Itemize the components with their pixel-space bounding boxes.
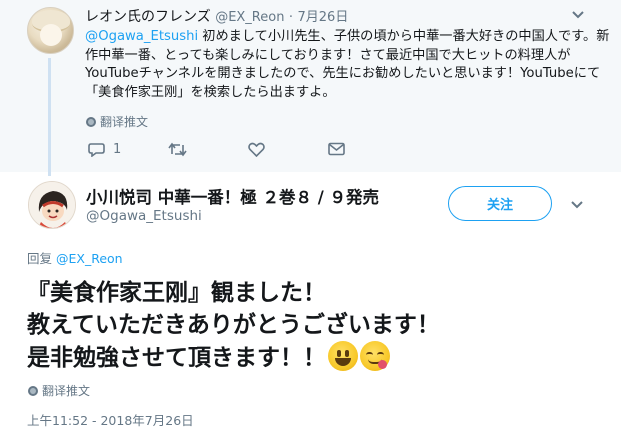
translate-link[interactable]: 翻译推文 [28,382,90,399]
tweet-actions: 1 [88,142,368,162]
like-button[interactable] [248,142,265,157]
tweet-line-with-emoji: 是非勉強させて頂きます！！ [27,341,607,374]
user-handle[interactable]: @EX_Reon [215,10,284,25]
tweet-line: 『美食作家王刚』観ました！ [27,280,326,306]
tweet-timestamp[interactable]: 上午11:52 - 2018年7月26日 [27,410,194,429]
tweet-text: @Ogawa_Etsushi 初めまして小川先生、子供の頃から中華一番大好きの中… [85,28,615,102]
user-handle[interactable]: @Ogawa_Etsushi [86,208,202,224]
display-name[interactable]: レオン氏のフレンズ [85,9,211,25]
translate-label: 翻译推文 [42,384,91,398]
tweet-header: レオン氏のフレンズ @EX_Reon · 7月26日 [85,8,605,27]
retweet-icon [168,142,187,157]
heart-icon [248,142,265,157]
mention-link[interactable]: @Ogawa_Etsushi [85,29,198,44]
chevron-down-icon[interactable] [572,8,584,22]
tweet-line: 是非勉強させて頂きます！！ [27,345,326,371]
translate-link[interactable]: 翻译推文 [86,113,148,130]
yum-face-emoji-icon [360,341,390,371]
separator: · [288,10,294,25]
reply-context: 回复 @EX_Reon [27,248,123,267]
mention-link[interactable]: @EX_Reon [56,251,123,266]
reply-tweet[interactable]: レオン氏のフレンズ @EX_Reon · 7月26日 @Ogawa_Etsush… [0,0,621,176]
globe-icon [28,385,38,396]
avatar[interactable] [27,7,74,54]
reply-count: 1 [113,142,122,157]
translate-label: 翻译推文 [100,115,149,129]
tweet-line: 教えていただきありがとうございます！ [27,312,440,338]
tweet-text: 『美食作家王刚』観ました！ 教えていただきありがとうございます！ 是非勉強させて… [27,277,607,374]
thread-connector [48,58,51,176]
grinning-face-emoji-icon [328,341,358,371]
avatar[interactable] [28,181,76,229]
dm-button[interactable] [328,142,345,156]
tweet-date[interactable]: 7月26日 [298,10,349,25]
display-name[interactable]: 小川悦司 中華一番！極 ２巻８ / ９発売 [86,184,379,208]
reply-button[interactable]: 1 [88,142,121,157]
chevron-down-icon[interactable] [571,198,583,213]
globe-icon [86,116,96,127]
retweet-button[interactable] [168,142,187,157]
follow-button[interactable]: 关注 [448,186,552,221]
reply-to-prefix: 回复 [27,251,53,266]
reply-icon [88,143,105,157]
envelope-icon [328,142,345,156]
